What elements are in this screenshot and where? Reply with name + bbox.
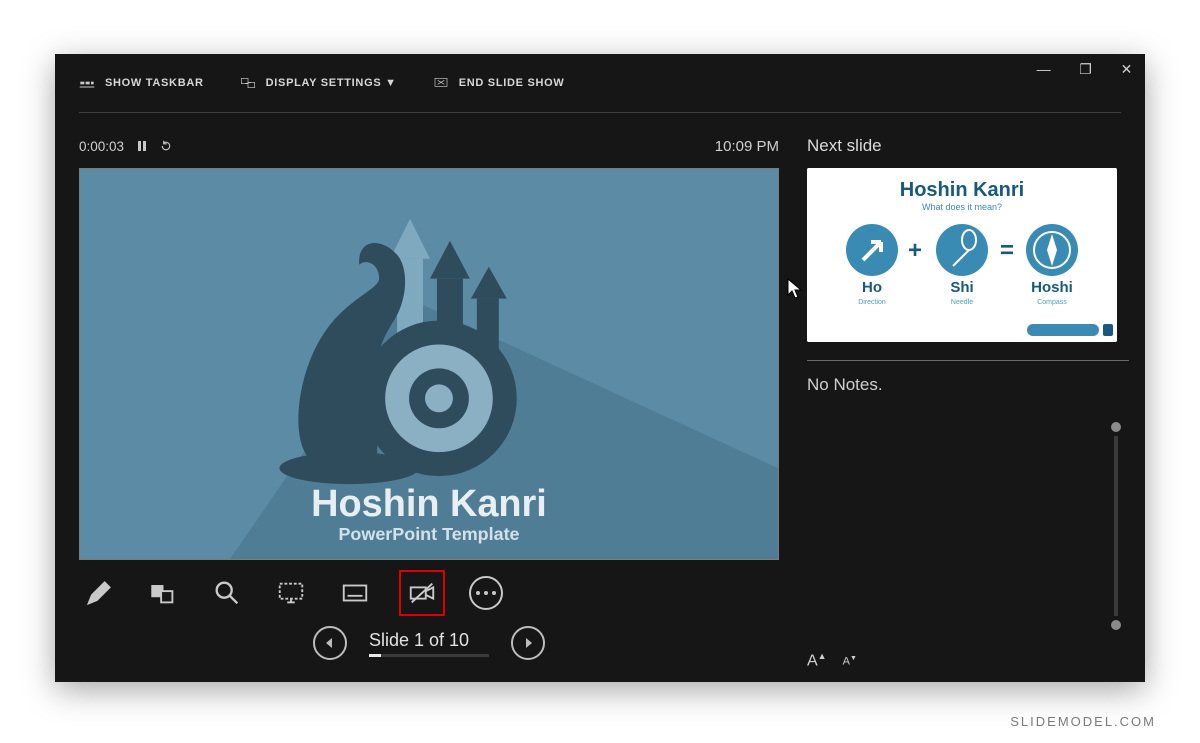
restart-icon[interactable] bbox=[160, 140, 172, 152]
svg-text:Hoshin Kanri: Hoshin Kanri bbox=[311, 483, 547, 525]
window-controls: — ❐ ✕ bbox=[1037, 54, 1133, 112]
black-screen-button[interactable] bbox=[271, 573, 311, 613]
presenter-view-window: SHOW TASKBAR DISPLAY SETTINGS ▼ END SLID… bbox=[55, 54, 1145, 682]
font-decrease-button[interactable]: A▼ bbox=[843, 655, 857, 668]
restore-button[interactable]: ❐ bbox=[1079, 62, 1092, 76]
prev-slide-button[interactable] bbox=[313, 626, 347, 660]
svg-text:What does it mean?: What does it mean? bbox=[922, 202, 1002, 212]
slide-meta-bar: 0:00:03 10:09 PM bbox=[79, 132, 779, 160]
next-slide-button[interactable] bbox=[511, 626, 545, 660]
show-taskbar-button[interactable]: SHOW TASKBAR bbox=[79, 75, 204, 91]
notes-font-controls: A▲ A▼ bbox=[807, 645, 1129, 670]
more-options-button[interactable] bbox=[469, 576, 503, 610]
svg-text:Direction: Direction bbox=[858, 299, 886, 306]
notes-scrollbar[interactable] bbox=[1111, 422, 1121, 630]
next-slide-thumbnail[interactable]: Hoshin Kanri What does it mean? Ho Direc… bbox=[807, 168, 1117, 342]
see-all-slides-button[interactable] bbox=[143, 573, 183, 613]
timer-group: 0:00:03 bbox=[79, 139, 172, 154]
svg-text:PowerPoint Template: PowerPoint Template bbox=[338, 524, 519, 544]
side-panel: Next slide Hoshin Kanri What does it mea… bbox=[807, 132, 1129, 670]
pause-icon[interactable] bbox=[136, 140, 148, 152]
svg-text:Ho: Ho bbox=[862, 279, 882, 296]
display-settings-icon bbox=[240, 75, 256, 91]
slide-navigation: Slide 1 of 10 bbox=[79, 616, 779, 670]
slide-progress bbox=[369, 654, 489, 657]
close-button[interactable]: ✕ bbox=[1121, 62, 1133, 76]
end-slide-show-label: END SLIDE SHOW bbox=[459, 77, 565, 89]
display-settings-button[interactable]: DISPLAY SETTINGS ▼ bbox=[240, 75, 397, 91]
next-slide-label: Next slide bbox=[807, 132, 1129, 160]
elapsed-time: 0:00:03 bbox=[79, 139, 124, 154]
content-area: 0:00:03 10:09 PM bbox=[79, 132, 1129, 670]
svg-text:Shi: Shi bbox=[950, 279, 973, 296]
svg-text:Hoshi: Hoshi bbox=[1031, 279, 1073, 296]
toolbar: SHOW TASKBAR DISPLAY SETTINGS ▼ END SLID… bbox=[55, 54, 1145, 112]
clock: 10:09 PM bbox=[715, 138, 779, 155]
slide-counter-text: Slide 1 of 10 bbox=[369, 630, 469, 651]
svg-text:Needle: Needle bbox=[951, 299, 973, 306]
minimize-button[interactable]: — bbox=[1037, 62, 1052, 76]
toolbar-divider bbox=[79, 112, 1121, 113]
subtitle-toggle-button[interactable] bbox=[335, 573, 375, 613]
slide-artwork: Hoshin Kanri PowerPoint Template bbox=[80, 169, 778, 560]
show-taskbar-label: SHOW TASKBAR bbox=[105, 77, 204, 89]
pen-tool[interactable] bbox=[79, 573, 119, 613]
svg-text:Hoshin Kanri: Hoshin Kanri bbox=[900, 179, 1024, 201]
zoom-tool[interactable] bbox=[207, 573, 247, 613]
speaker-notes: No Notes. bbox=[807, 375, 1129, 645]
svg-text:+: + bbox=[908, 237, 922, 264]
presenter-tools bbox=[79, 560, 779, 616]
next-slide-artwork: Hoshin Kanri What does it mean? Ho Direc… bbox=[807, 168, 1117, 342]
end-show-icon bbox=[433, 75, 449, 91]
end-slide-show-button[interactable]: END SLIDE SHOW bbox=[433, 75, 565, 91]
watermark: SLIDEMODEL.COM bbox=[1010, 714, 1156, 729]
display-settings-label: DISPLAY SETTINGS ▼ bbox=[266, 77, 397, 89]
font-increase-button[interactable]: A▲ bbox=[807, 651, 827, 670]
panel-divider bbox=[807, 360, 1129, 361]
current-slide-preview[interactable]: Hoshin Kanri PowerPoint Template bbox=[79, 168, 779, 560]
slide-counter: Slide 1 of 10 bbox=[369, 630, 489, 657]
main-panel: 0:00:03 10:09 PM bbox=[79, 132, 779, 670]
camera-off-button[interactable] bbox=[399, 570, 445, 616]
svg-text:=: = bbox=[1000, 237, 1014, 264]
taskbar-icon bbox=[79, 75, 95, 91]
svg-text:Compass: Compass bbox=[1037, 299, 1067, 306]
